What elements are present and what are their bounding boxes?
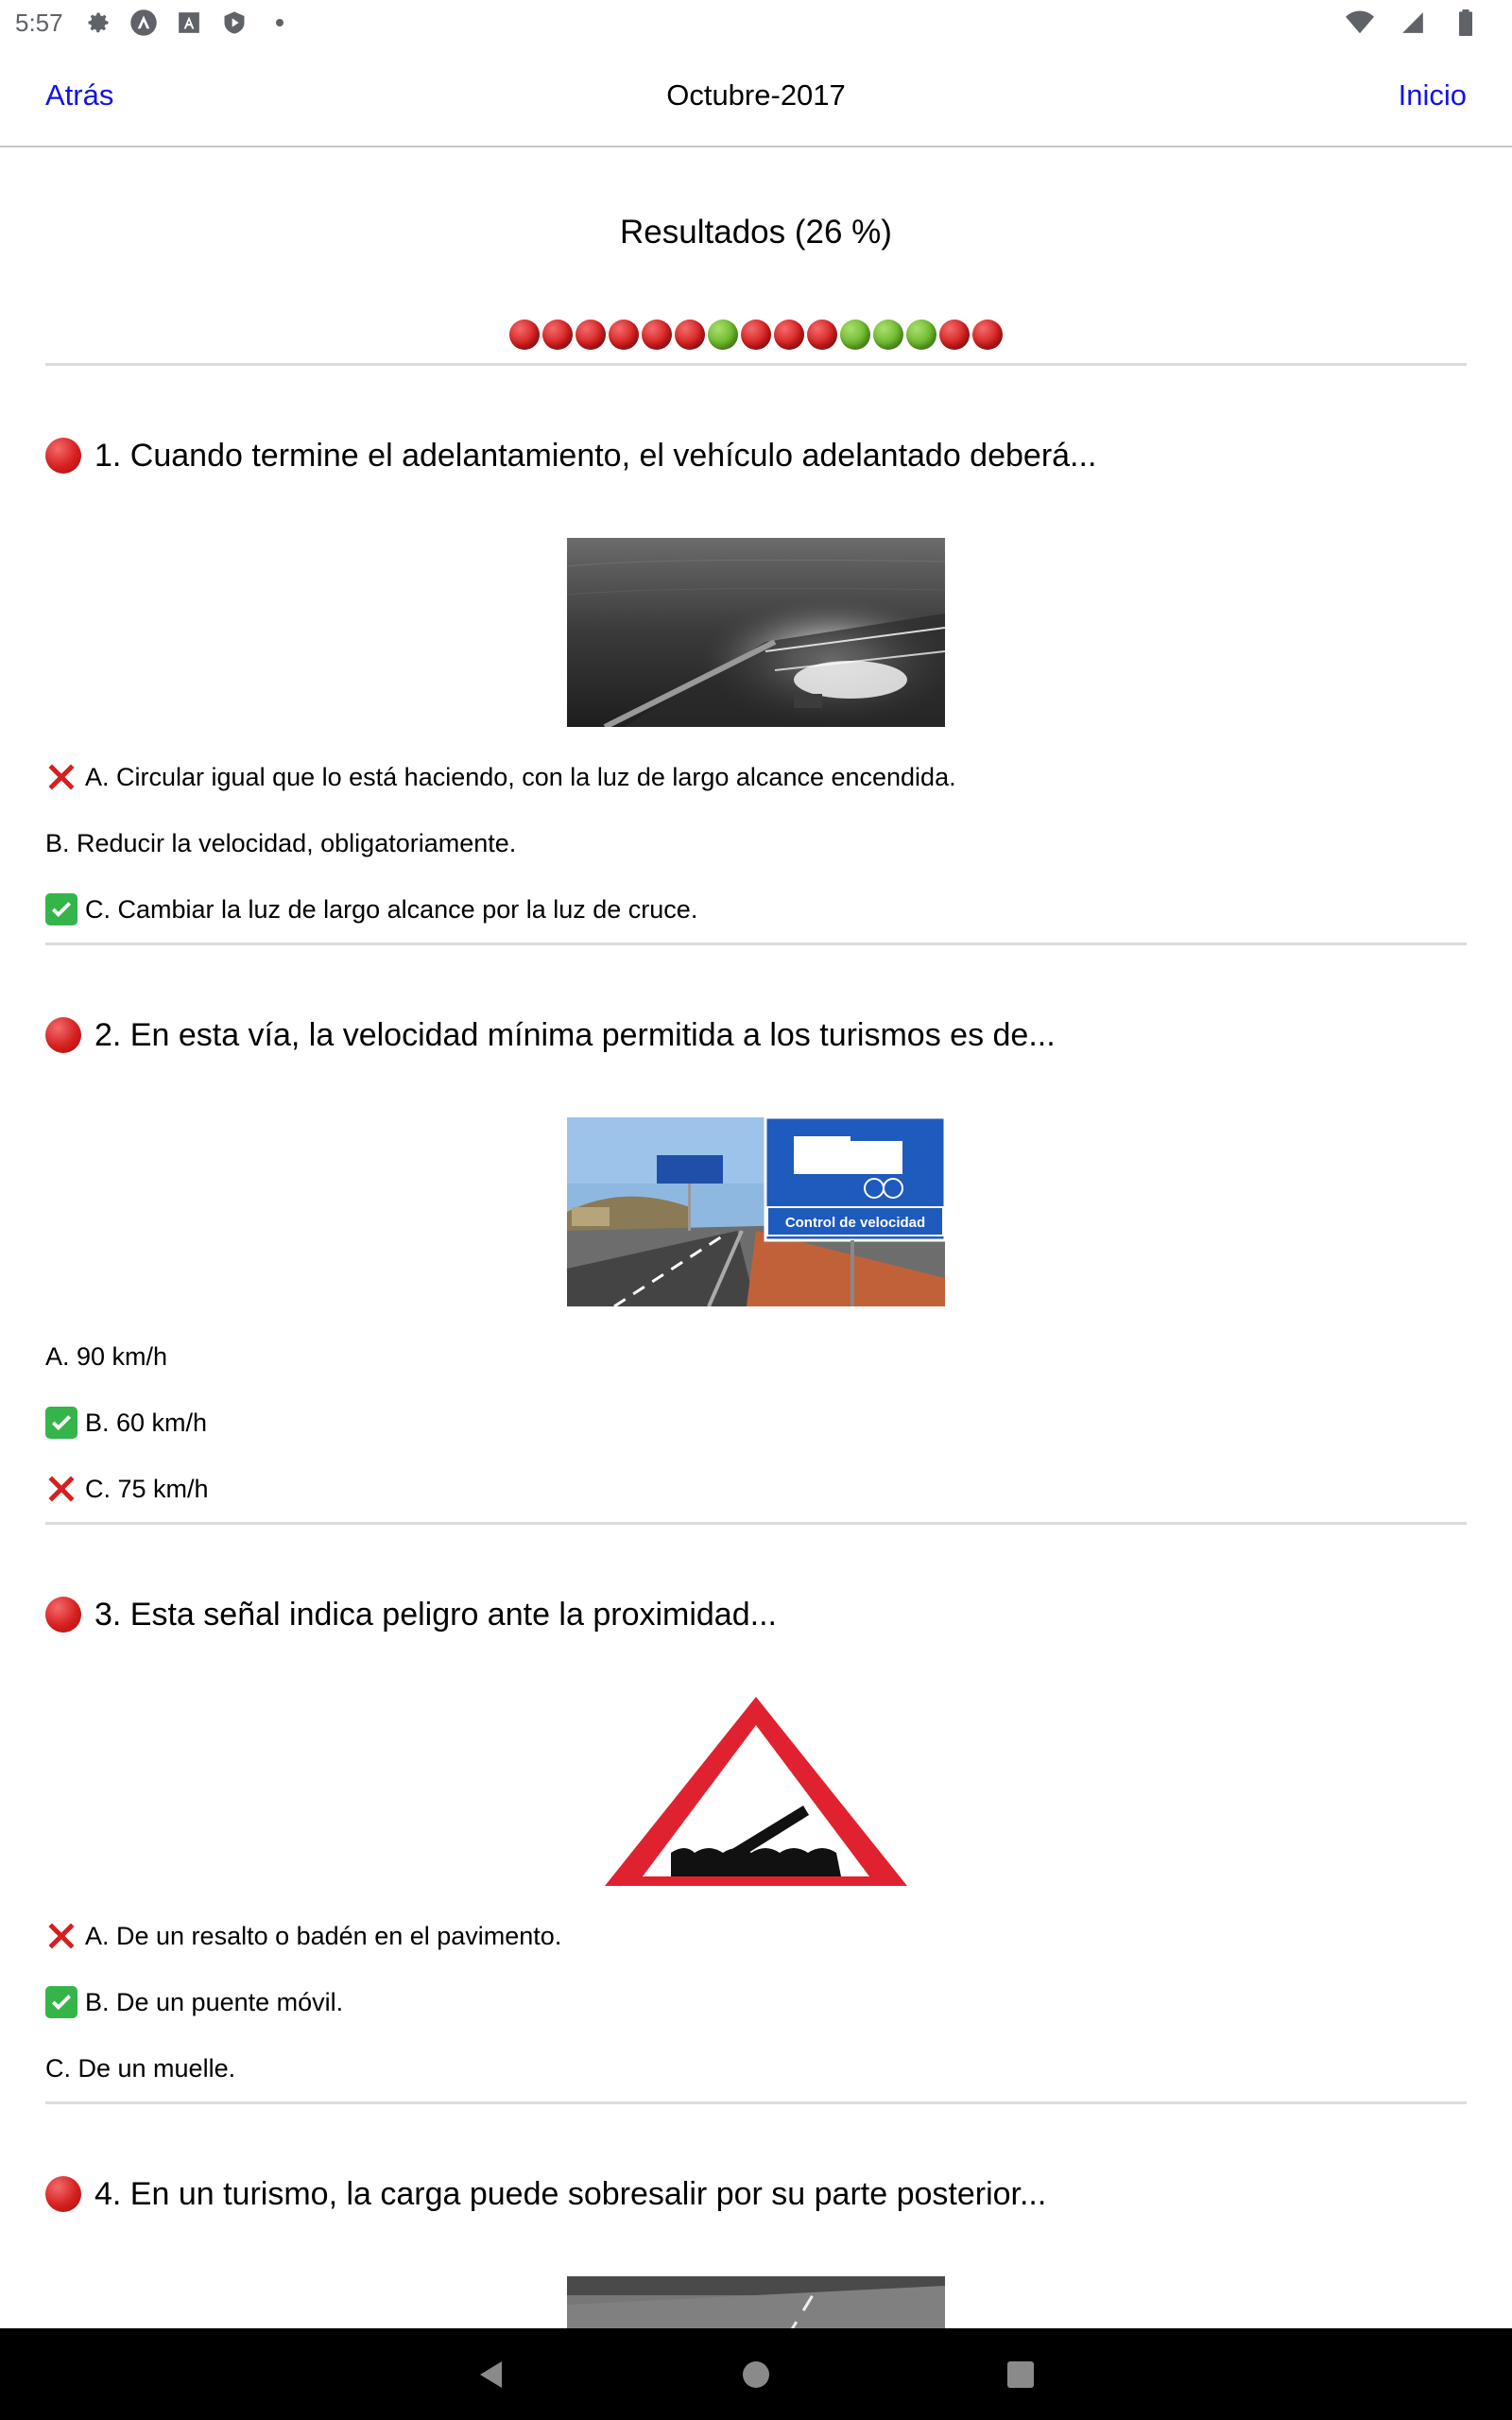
home-circle-icon[interactable] <box>737 2356 775 2394</box>
highway-speed-control-sign-photo: Control de velocidad <box>567 1117 945 1306</box>
night-road-headlights-photo <box>567 538 945 727</box>
question-text: 2. En esta vía, la velocidad mínima perm… <box>94 1016 1056 1053</box>
question-2: 2. En esta vía, la velocidad mínima perm… <box>45 945 1467 1525</box>
wrong-x-icon <box>45 761 77 793</box>
home-button[interactable]: Inicio <box>1399 78 1467 112</box>
wrong-status-icon <box>45 438 81 474</box>
a-icon <box>129 9 158 37</box>
wrong-x-icon <box>45 1473 77 1505</box>
wrong-status-icon <box>45 2176 81 2212</box>
sign-text: Control de velocidad <box>785 1215 925 1231</box>
result-dot-red <box>509 320 540 350</box>
wifi-icon <box>1346 9 1374 37</box>
question-title: 2. En esta vía, la velocidad mínima perm… <box>45 1011 1467 1059</box>
answer-c: C. Cambiar la luz de largo alcance por l… <box>45 876 1467 942</box>
question-title: 3. Esta señal indica peligro ante la pro… <box>45 1591 1467 1638</box>
answer-text: A. Circular igual que lo está haciendo, … <box>85 762 956 791</box>
answer-text: B. Reducir la velocidad, obligatoriament… <box>45 828 517 857</box>
correct-check-icon <box>45 1986 77 2018</box>
answer-b: B. 60 km/h <box>45 1390 1467 1456</box>
page-title: Octubre-2017 <box>666 78 846 112</box>
answer-text: C. De un muelle. <box>45 2053 236 2083</box>
answer-a: A. Circular igual que lo está haciendo, … <box>45 744 1467 810</box>
answer-text: A. De un resalto o badén en el pavimento… <box>85 1921 562 1950</box>
question-3: 3. Esta señal indica peligro ante la pro… <box>45 1525 1467 2104</box>
system-nav-bar <box>0 2328 1512 2420</box>
question-title: 4. En un turismo, la carga puede sobresa… <box>45 2170 1467 2218</box>
settings-icon <box>84 9 112 37</box>
result-dot-green <box>840 320 870 350</box>
results-title: Resultados (26 %) <box>620 214 892 251</box>
question-1: 1. Cuando termine el adelantamiento, el … <box>45 366 1467 945</box>
question-text: 1. Cuando termine el adelantamiento, el … <box>94 437 1097 474</box>
result-dot-red <box>642 320 672 350</box>
answer-a: A. 90 km/h <box>45 1323 1467 1390</box>
wrong-status-icon <box>45 1017 81 1053</box>
dot-icon <box>266 9 294 37</box>
movable-bridge-warning-sign <box>605 1697 907 1886</box>
results-scroll-view[interactable]: Resultados (26 %) 1. Cuando termine el a… <box>45 147 1467 2328</box>
recents-square-icon[interactable] <box>1002 2356 1040 2394</box>
answer-b: B. Reducir la velocidad, obligatoriament… <box>45 810 1467 876</box>
result-dot-red <box>542 320 573 350</box>
correct-check-icon <box>45 893 77 925</box>
result-dot-red <box>774 320 804 350</box>
results-dots <box>45 320 1467 352</box>
answer-b: B. De un puente móvil. <box>45 1969 1467 2035</box>
result-dot-red <box>741 320 771 350</box>
font-icon <box>175 9 203 37</box>
answer-text: C. Cambiar la luz de largo alcance por l… <box>85 894 698 924</box>
result-dot-green <box>708 320 738 350</box>
question-text: 3. Esta señal indica peligro ante la pro… <box>94 1596 777 1633</box>
battery-icon <box>1452 9 1480 37</box>
status-bar: 5:57 <box>0 0 1512 45</box>
result-dot-green <box>906 320 936 350</box>
car-with-load-road-photo <box>567 2276 945 2328</box>
top-nav-bar: Atrás Octubre-2017 Inicio <box>0 45 1512 147</box>
question-4: 4. En un turismo, la carga puede sobresa… <box>45 2104 1467 2328</box>
result-dot-red <box>576 320 606 350</box>
result-dot-red <box>675 320 705 350</box>
result-dot-red <box>807 320 837 350</box>
answer-text: B. De un puente móvil. <box>85 1987 344 2016</box>
answer-text: A. 90 km/h <box>45 1341 168 1371</box>
result-dot-green <box>873 320 903 350</box>
status-time: 5:57 <box>15 8 63 37</box>
result-dot-red <box>609 320 639 350</box>
back-button[interactable]: Atrás <box>45 78 113 112</box>
shield-play-icon <box>220 9 249 37</box>
signal-icon <box>1399 9 1427 37</box>
answer-text: C. 75 km/h <box>85 1474 209 1503</box>
question-text: 4. En un turismo, la carga puede sobresa… <box>94 2175 1047 2212</box>
wrong-status-icon <box>45 1597 81 1633</box>
answer-c: C. 75 km/h <box>45 1456 1467 1522</box>
correct-check-icon <box>45 1407 77 1439</box>
result-dot-red <box>972 320 1003 350</box>
wrong-x-icon <box>45 1920 77 1952</box>
answer-c: C. De un muelle. <box>45 2035 1467 2101</box>
back-triangle-icon[interactable] <box>472 2356 510 2394</box>
result-dot-red <box>939 320 970 350</box>
answer-a: A. De un resalto o badén en el pavimento… <box>45 1903 1467 1969</box>
question-title: 1. Cuando termine el adelantamiento, el … <box>45 432 1467 479</box>
answer-text: B. 60 km/h <box>85 1408 208 1437</box>
